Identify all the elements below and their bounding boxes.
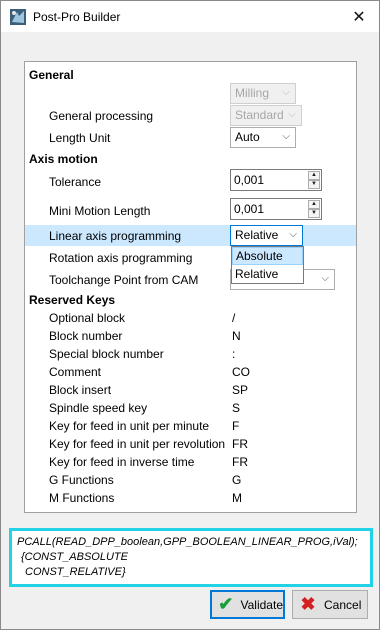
key-row[interactable]: Spindle speed key S: [25, 399, 356, 417]
key-label: Special block number: [49, 347, 164, 361]
key-label: M Functions: [49, 491, 115, 505]
close-icon[interactable]: ✕: [343, 3, 375, 31]
key-row[interactable]: Block number N: [25, 327, 356, 345]
general-processing-label: General processing: [49, 109, 154, 123]
general-processing-select: Standard ⌵: [230, 105, 302, 126]
checkmark-icon: ✔: [218, 594, 234, 614]
tolerance-spinner[interactable]: 0,001 ▲ ▼: [230, 169, 322, 191]
key-value: G: [232, 473, 242, 487]
section-reserved-keys: Reserved Keys: [25, 291, 356, 309]
mini-motion-value: 0,001: [234, 202, 265, 216]
key-value: N: [232, 329, 241, 343]
spin-down-icon[interactable]: ▼: [308, 209, 320, 218]
key-row[interactable]: Key for feed in unit per revolution FR: [25, 435, 356, 453]
row-linear-axis[interactable]: Linear axis programming: [25, 227, 356, 245]
mode-select: Milling ⌵: [230, 83, 296, 104]
code-preview: PCALL(READ_DPP_boolean,GPP_BOOLEAN_LINEA…: [9, 528, 373, 587]
row-general-processing: General processing: [25, 107, 356, 125]
row-length-unit: Length Unit: [25, 129, 356, 147]
chevron-down-icon: ⌵: [321, 273, 329, 284]
tolerance-value: 0,001: [234, 173, 265, 187]
key-row[interactable]: G Functions G: [25, 471, 356, 489]
title-bar: Post-Pro Builder ✕: [1, 1, 379, 32]
linear-axis-value: Relative: [235, 228, 279, 242]
section-general: General: [25, 66, 356, 84]
code-line: {CONST_ABSOLUTE: [21, 551, 128, 563]
key-label: Key for feed in unit per minute: [49, 419, 210, 433]
code-line: CONST_RELATIVE}: [25, 566, 126, 578]
rotation-axis-label: Rotation axis programming: [49, 251, 193, 265]
key-label: Optional block: [49, 311, 126, 325]
section-header: Reserved Keys: [29, 293, 116, 307]
row-rotation-axis: Rotation axis programming: [25, 249, 356, 267]
key-row[interactable]: Special block number :: [25, 345, 356, 363]
key-row[interactable]: M Functions M: [25, 489, 356, 507]
key-label: G Functions: [49, 473, 114, 487]
cancel-x-icon: ✖: [300, 594, 316, 614]
key-label: Key for feed in inverse time: [49, 455, 195, 469]
spin-down-icon[interactable]: ▼: [308, 180, 320, 189]
length-unit-value: Auto: [235, 130, 260, 144]
key-row[interactable]: Optional block /: [25, 309, 356, 327]
key-label: Block number: [49, 329, 123, 343]
section-header: General: [29, 68, 74, 82]
length-unit-select[interactable]: Auto ⌵: [230, 127, 296, 148]
key-value: FR: [232, 437, 248, 451]
post-pro-builder-window: Post-Pro Builder ✕ General Milling ⌵ Gen…: [0, 0, 380, 630]
window-title: Post-Pro Builder: [33, 10, 121, 24]
chevron-down-icon: ⌵: [282, 87, 290, 98]
toolchange-label: Toolchange Point from CAM: [49, 273, 199, 287]
key-row[interactable]: Comment CO: [25, 363, 356, 381]
tolerance-label: Tolerance: [49, 175, 102, 189]
mini-motion-spinner[interactable]: 0,001 ▲ ▼: [230, 198, 322, 220]
key-row[interactable]: Key for feed in unit per minute F: [25, 417, 356, 435]
validate-label: Validate: [240, 597, 283, 612]
chevron-down-icon: ⌵: [282, 131, 290, 142]
chevron-down-icon: ⌵: [288, 109, 296, 120]
cancel-button[interactable]: ✖ Cancel: [292, 590, 368, 619]
mini-motion-label: Mini Motion Length: [49, 204, 151, 218]
linear-axis-dropdown-list: Absolute Relative: [231, 246, 304, 284]
settings-panel: General Milling ⌵ General processing Sta…: [24, 61, 357, 513]
section-header: Axis motion: [29, 152, 98, 166]
validate-button[interactable]: ✔ Validate: [210, 590, 285, 619]
key-label: Key for feed in unit per revolution: [49, 437, 226, 451]
key-label: Block insert: [49, 383, 112, 397]
key-row[interactable]: Key for feed in inverse time FR: [25, 453, 356, 471]
spin-up-icon[interactable]: ▲: [308, 171, 320, 180]
key-value: CO: [232, 365, 250, 379]
length-unit-label: Length Unit: [49, 131, 111, 145]
key-value: /: [232, 311, 236, 325]
spin-up-icon[interactable]: ▲: [308, 200, 320, 209]
dropdown-option-absolute[interactable]: Absolute: [232, 247, 303, 265]
code-line: PCALL(READ_DPP_boolean,GPP_BOOLEAN_LINEA…: [17, 536, 358, 548]
key-label: Spindle speed key: [49, 401, 148, 415]
key-value: F: [232, 419, 240, 433]
key-row[interactable]: Block insert SP: [25, 381, 356, 399]
dropdown-option-relative[interactable]: Relative: [232, 265, 303, 283]
section-axis-motion: Axis motion: [25, 150, 356, 168]
key-label: Comment: [49, 365, 102, 379]
general-processing-value: Standard: [235, 108, 284, 122]
key-value: M: [232, 491, 242, 505]
key-value: FR: [232, 455, 248, 469]
key-value: SP: [232, 383, 249, 397]
key-value: :: [232, 347, 236, 361]
linear-axis-label: Linear axis programming: [49, 229, 182, 243]
linear-axis-select[interactable]: Relative ⌵: [230, 225, 303, 246]
app-icon: [10, 9, 26, 25]
key-value: S: [232, 401, 241, 415]
cancel-label: Cancel: [324, 597, 362, 612]
mode-select-value: Milling: [235, 86, 270, 100]
chevron-down-icon: ⌵: [289, 229, 297, 240]
